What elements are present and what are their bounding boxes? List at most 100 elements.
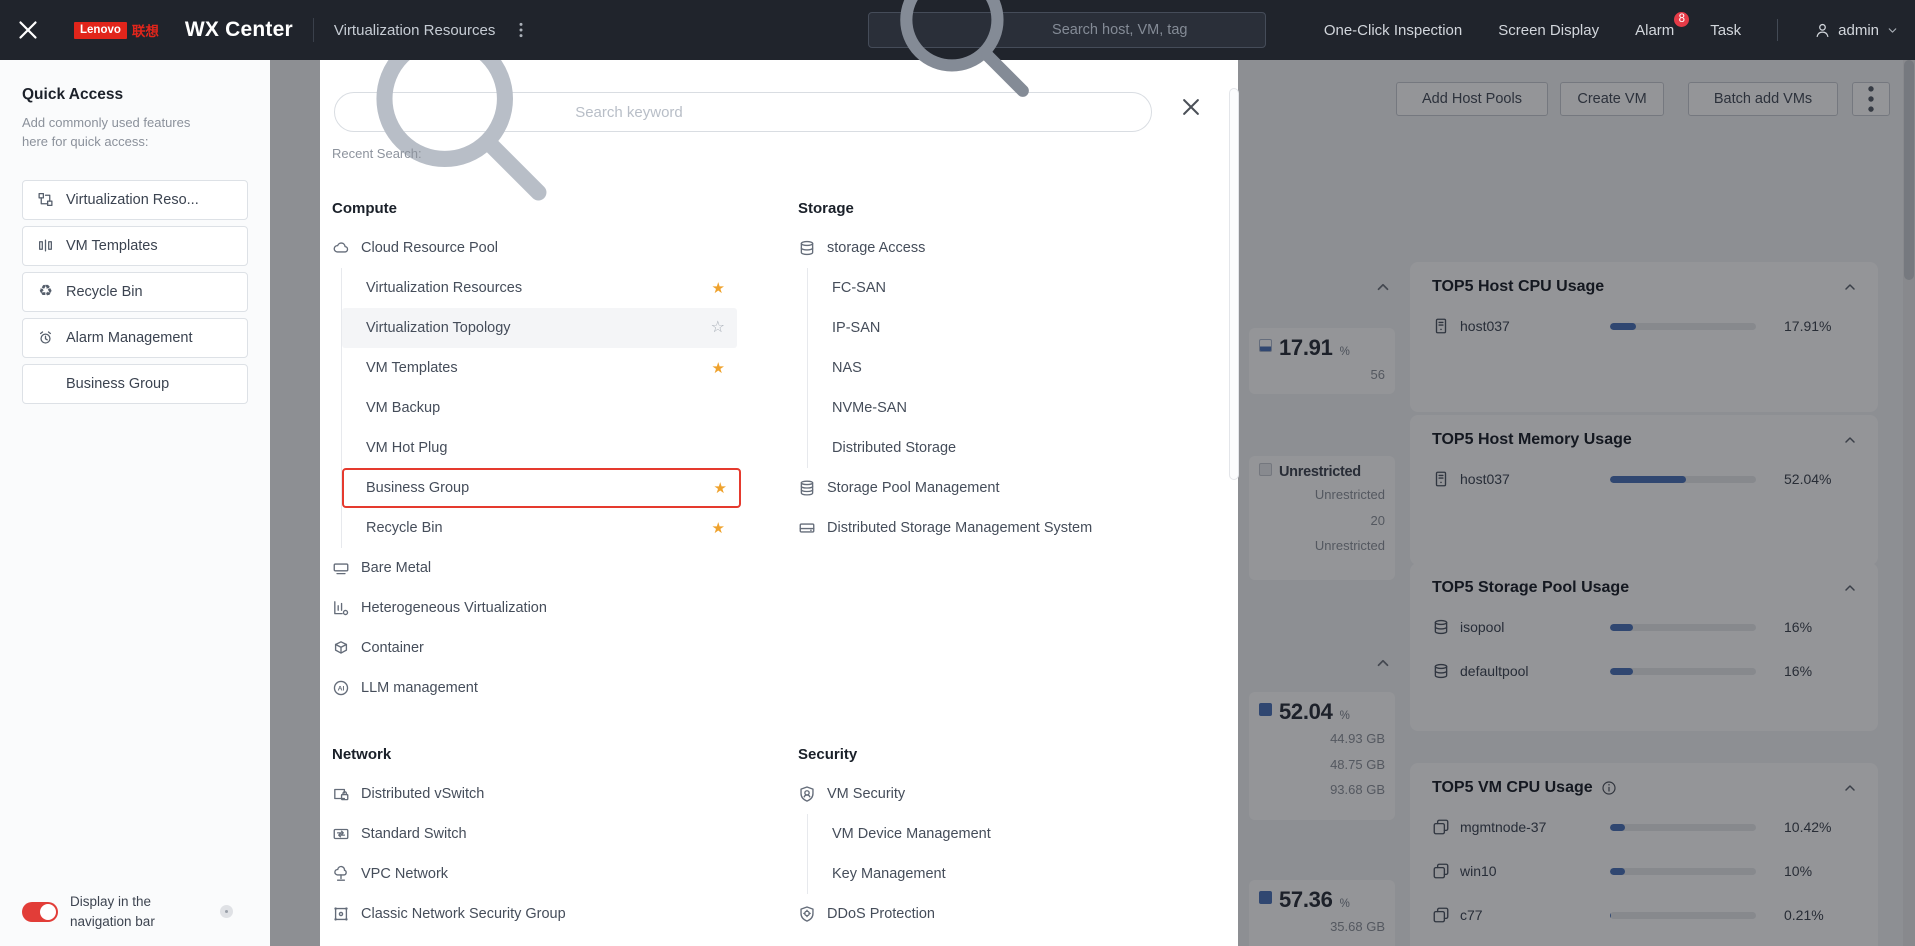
menu-item-fc-san[interactable]: FC-SAN: [808, 268, 1203, 308]
cloud-icon: [332, 239, 350, 257]
quick-access-label: Business Group: [66, 375, 170, 392]
task-link[interactable]: Task: [1710, 22, 1741, 39]
menu-item-ddos-protection[interactable]: DDoS Protection: [798, 894, 1202, 934]
star-filled-icon[interactable]: ★: [714, 481, 727, 496]
menu-item-virtualization-topology[interactable]: Virtualization Topology ☆: [342, 308, 737, 348]
display-toggle-label: Display in the navigation bar: [70, 893, 155, 929]
screen-display-link[interactable]: Screen Display: [1498, 22, 1599, 39]
menu-item-nas[interactable]: NAS: [808, 348, 1203, 388]
menu-item-label: Cloud Resource Pool: [361, 240, 499, 256]
menu-item-distributed-storage[interactable]: Distributed Storage: [808, 428, 1203, 468]
quick-access-vm-templates[interactable]: VM Templates: [22, 225, 248, 266]
quick-access-label: Recycle Bin: [66, 283, 143, 300]
menu-item-label: LLM management: [361, 680, 478, 696]
container-icon: [332, 639, 350, 657]
menu-item-standard-switch[interactable]: Standard Switch: [332, 814, 736, 854]
database-stack-icon: [798, 479, 816, 497]
menu-item-key-management[interactable]: Key Management: [808, 854, 1203, 894]
menu-item-label: Standard Switch: [361, 826, 467, 842]
star-filled-icon[interactable]: ★: [712, 361, 725, 376]
menu-item-classic-network-security-group[interactable]: Classic Network Security Group: [332, 894, 736, 934]
menu-item-label: VM Templates: [366, 360, 458, 376]
overlay-scrollbar-thumb[interactable]: [1229, 88, 1239, 480]
menu-item-label: Container: [361, 640, 424, 656]
menu-item-nvme-san[interactable]: NVMe-SAN: [808, 388, 1203, 428]
menu-item-vm-security[interactable]: VM Security: [798, 774, 1202, 814]
menu-item-label: storage Access: [827, 240, 926, 256]
section-heading-compute: Compute: [332, 200, 397, 217]
menu-item-label: VM Backup: [366, 400, 441, 416]
menu-item-distributed-vswitch[interactable]: Distributed vSwitch: [332, 774, 736, 814]
collapse-handle-icon[interactable]: [220, 905, 233, 919]
recycle-icon: ♻: [38, 282, 53, 300]
menu-item-label: Virtualization Resources: [366, 280, 523, 296]
nav-kebab-icon[interactable]: [511, 20, 531, 40]
menu-item-vm-hot-plug[interactable]: VM Hot Plug: [342, 428, 737, 468]
nav-item-virtualization-resources[interactable]: Virtualization Resources: [334, 22, 495, 39]
quick-access-recycle-bin[interactable]: ♻ Recycle Bin: [22, 271, 248, 312]
menu-item-vm-backup[interactable]: VM Backup: [342, 388, 737, 428]
star-filled-icon[interactable]: ★: [712, 521, 725, 536]
menu-item-label: FC-SAN: [832, 280, 886, 296]
quick-access-virtualization-reso[interactable]: Virtualization Reso...: [22, 179, 248, 220]
section-heading-network: Network: [332, 746, 392, 763]
menu-item-label: Virtualization Topology: [366, 320, 511, 336]
menu-item-container[interactable]: Container: [332, 628, 736, 668]
nsg-icon: [332, 905, 350, 923]
menu-item-virtualization-resources[interactable]: Virtualization Resources ★: [342, 268, 737, 308]
menu-item-vm-device-management[interactable]: VM Device Management: [808, 814, 1203, 854]
feature-search-overlay: Recent Search: Compute Cloud Resource Poo…: [320, 30, 1239, 946]
database-icon: [798, 239, 816, 257]
menu-item-label: Distributed Storage Management System: [827, 520, 1093, 536]
keyword-search-input[interactable]: [575, 103, 1135, 121]
menu-item-heterogeneous-virtualization[interactable]: Heterogeneous Virtualization: [332, 588, 736, 628]
menu-subgroup: VM Device Management Key Management: [807, 814, 1218, 894]
menu-item-label: Recycle Bin: [366, 520, 443, 536]
menu-item-label: NAS: [832, 360, 862, 376]
alarm-link[interactable]: Alarm 8: [1635, 9, 1692, 39]
lenovo-logo: Lenovo 联想: [74, 20, 159, 40]
page: Add Host Pools Create VM Batch add VMs 17.…: [0, 0, 1915, 946]
menu-item-label: VM Hot Plug: [366, 440, 448, 456]
menu-item-label: Bare Metal: [361, 560, 432, 576]
menu-item-distributed-storage-management-system[interactable]: Distributed Storage Management System: [798, 508, 1202, 548]
user-icon: [1814, 22, 1831, 39]
menu-item-label: VM Security: [827, 786, 906, 802]
menu-item-storage-access[interactable]: storage Access: [798, 228, 1202, 268]
menu-item-label: Storage Pool Management: [827, 480, 1000, 496]
menu-item-label: DDoS Protection: [827, 906, 935, 922]
quick-access-title: Quick Access: [22, 86, 124, 103]
std-switch-icon: [332, 825, 350, 843]
recent-search-label: Recent Search:: [332, 146, 422, 161]
menu-item-label: VM Device Management: [832, 826, 991, 842]
menu-item-vpc-network[interactable]: VPC Network: [332, 854, 736, 894]
one-click-inspection-link[interactable]: One-Click Inspection: [1324, 22, 1462, 39]
top-navbar: Lenovo 联想 WX Center Virtualization Resou…: [0, 0, 1915, 97]
quick-access-alarm-management[interactable]: Alarm Management: [22, 317, 248, 358]
menu-item-recycle-bin[interactable]: Recycle Bin ★: [342, 508, 737, 548]
star-filled-icon[interactable]: ★: [712, 281, 725, 296]
global-search-input[interactable]: [1052, 22, 1253, 38]
close-icon[interactable]: [1180, 96, 1202, 118]
menu-item-vm-templates[interactable]: VM Templates ★: [342, 348, 737, 388]
chevron-down-icon: [1886, 24, 1899, 37]
bare-metal-icon: [332, 559, 350, 577]
menu-item-label: Distributed Storage: [832, 440, 957, 456]
close-icon[interactable]: [16, 18, 40, 42]
menu-item-cloud-resource-pool[interactable]: Cloud Resource Pool: [332, 228, 736, 268]
display-in-navbar-toggle[interactable]: [22, 901, 58, 922]
menu-item-item[interactable]: [332, 934, 736, 946]
quick-access-business-group[interactable]: Business Group: [22, 363, 248, 404]
menu-item-label: Heterogeneous Virtualization: [361, 600, 547, 616]
global-search[interactable]: [868, 0, 1266, 97]
menu-item-label: Key Management: [832, 866, 946, 882]
section-heading-storage: Storage: [798, 200, 854, 217]
menu-item-storage-pool-management[interactable]: Storage Pool Management: [798, 468, 1202, 508]
menu-item-item[interactable]: [798, 934, 1202, 946]
user-menu[interactable]: admin: [1814, 22, 1899, 39]
menu-item-ip-san[interactable]: IP-SAN: [808, 308, 1203, 348]
menu-item-llm-management[interactable]: AI LLM management: [332, 668, 736, 708]
menu-item-bare-metal[interactable]: Bare Metal: [332, 548, 736, 588]
star-outline-icon[interactable]: ☆: [711, 320, 725, 336]
menu-item-business-group[interactable]: Business Group ★: [342, 468, 741, 508]
